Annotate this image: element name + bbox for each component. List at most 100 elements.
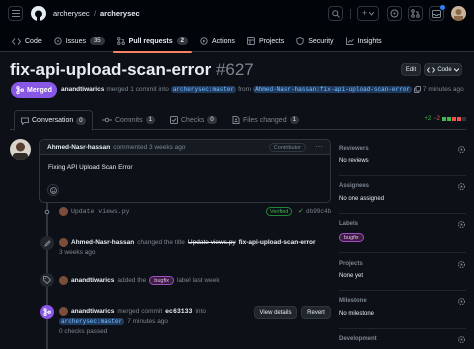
comment-author-avatar[interactable] [10,139,31,160]
tab-label: Security [308,37,334,45]
head-branch[interactable]: Ahmed-Nasr-hassan:fix-api-upload-scan-er… [253,86,412,93]
comment-body: Fixing API Upload Scan Error [48,164,133,171]
search-button[interactable] [328,6,343,21]
gear-icon[interactable] [457,145,466,154]
from-text: from [238,86,252,93]
label-text: added the [117,277,147,284]
git-merge-icon [43,308,51,316]
tab-security[interactable]: Security [290,30,339,52]
commit-author-avatar[interactable] [59,207,68,216]
edit-button[interactable]: Edit [401,63,421,76]
commit-icon [102,117,112,123]
label-actor[interactable]: anandtiwarics [71,277,114,284]
user-avatar[interactable] [451,6,466,21]
tab-code[interactable]: Code [6,30,48,52]
development-heading[interactable]: Development [339,336,377,342]
chevron-down-icon [453,67,459,72]
rename-event: Ahmed-Nasr-hassan changed the title Upda… [59,238,316,247]
checks-passed[interactable]: 0 checks passed [59,328,107,335]
tab-files-changed[interactable]: Files changed 1 [232,110,299,130]
new-title: fix-api-upload-scan-error [238,239,316,246]
play-icon [200,37,208,45]
labels-heading[interactable]: Labels [339,221,358,227]
avatar-image [13,142,28,160]
revert-button[interactable]: Revert [301,306,331,319]
tab-label: Issues [65,37,86,45]
tab-insights[interactable]: Insights [340,30,388,52]
merge-author-link[interactable]: anandtiwarics [61,86,104,93]
commit-sha[interactable]: db99c4b [306,208,331,215]
merge-sha[interactable]: ec63133 [165,308,192,315]
gear-icon[interactable] [457,260,466,269]
tab-label: Projects [258,37,285,45]
label-suffix: label last week [176,277,220,284]
tab-pull-requests[interactable]: Pull requests 2 [111,30,194,53]
merge-branch-line: archerysec:master 7 minutes ago [59,318,168,325]
sidebar-divider [339,175,466,176]
view-details-button[interactable]: View details [254,306,297,319]
checks-line: 0 checks passed [59,328,107,335]
tab-issues[interactable]: Issues 35 [48,30,111,52]
merge-time: 7 minutes ago [422,86,464,93]
add-reaction-button[interactable] [47,184,59,196]
repo-owner-link[interactable]: archerysec [53,9,90,18]
gear-icon[interactable] [457,335,466,344]
milestone-value: No milestone [339,311,375,317]
merge-event-icon [40,305,54,319]
code-button[interactable]: Code [424,63,462,76]
breadcrumb-separator: / [94,9,97,18]
tab-actions[interactable]: Actions [194,30,241,52]
create-new-button[interactable]: + [357,6,379,21]
pull-requests-button[interactable] [408,6,423,21]
verified-badge[interactable]: Verified [266,207,293,216]
copy-icon[interactable] [413,86,421,93]
merge-branch[interactable]: archerysec:master [59,318,125,325]
comment-action: commented 3 weeks ago [113,143,186,151]
tab-conversation[interactable]: Conversation 0 [14,110,93,131]
reviewers-heading[interactable]: Reviewers [339,146,369,152]
github-logo[interactable] [31,6,46,21]
actor-avatar[interactable] [59,276,68,285]
code-icon [427,66,436,73]
sidebar-divider [339,328,466,329]
code-icon [12,37,21,45]
tab-label: Pull requests [128,37,173,45]
tab-projects[interactable]: Projects [241,30,290,52]
commit-message[interactable]: Update views.py [71,208,130,215]
gear-icon[interactable] [457,297,466,306]
comment-author[interactable]: Ahmed-Nasr-hassan [47,144,110,151]
notification-dot [440,5,445,10]
menu-button[interactable] [8,6,23,21]
label-badge[interactable]: bugfix [149,276,174,285]
tab-commits[interactable]: Commits 1 [102,110,155,130]
projects-heading[interactable]: Projects [339,261,363,267]
rename-actor[interactable]: Ahmed-Nasr-hassan [71,239,134,246]
label-event: anandtiwarics added the bugfix label las… [59,276,220,285]
plus-icon: + [361,8,368,18]
merge-actor[interactable]: anandtiwarics [71,308,114,315]
base-branch[interactable]: archerysec:master [170,86,237,93]
table-icon [246,37,255,45]
milestone-heading[interactable]: Milestone [339,298,367,304]
tab-label: Checks [181,116,205,124]
code-label: Code [437,66,452,73]
gear-icon[interactable] [457,220,466,229]
view-details-label: View details [259,309,292,316]
gear-icon[interactable] [457,182,466,191]
tab-checks[interactable]: Checks 0 [170,110,217,130]
smiley-icon [49,186,57,194]
pr-tabs: Conversation 0 Commits 1 Checks 0 Files … [10,110,466,131]
repo-name-link[interactable]: archerysec [100,9,140,18]
merge-text: merged 1 commit into [106,86,169,93]
sidebar-label-badge[interactable]: bugfix [339,233,364,242]
pull-requests-count-badge: 2 [176,37,188,45]
tab-label: Insights [357,37,382,45]
rename-event-icon [40,236,54,250]
kebab-menu-icon[interactable]: ··· [315,142,323,151]
tab-label: Code [25,37,42,45]
assignees-heading[interactable]: Assignees [339,183,369,189]
github-mark-icon [35,10,42,21]
actor-avatar[interactable] [59,307,68,316]
issues-button[interactable] [387,6,402,21]
actor-avatar[interactable] [59,238,68,247]
